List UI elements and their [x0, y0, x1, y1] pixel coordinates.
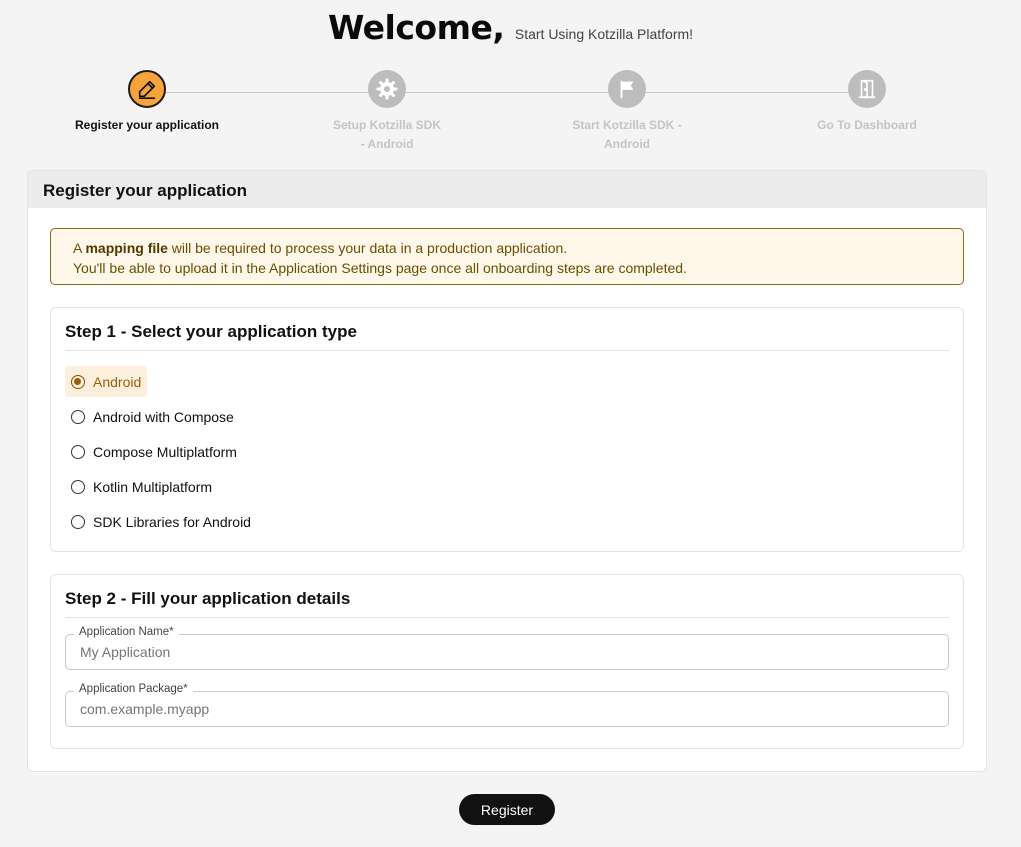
application-name-field: Application Name* [65, 626, 949, 670]
flag-icon [620, 80, 634, 99]
radio-option-label: Compose Multiplatform [93, 443, 237, 460]
radio-option-label: Kotlin Multiplatform [93, 478, 213, 495]
step-circle [848, 70, 886, 108]
radio-option-label: Android with Compose [93, 408, 234, 425]
radio-option-sdk-libraries[interactable]: SDK Libraries for Android [65, 506, 257, 537]
application-package-input[interactable] [66, 692, 948, 726]
radio-button[interactable] [71, 514, 85, 529]
mapping-file-notice: A mapping file will be required to proce… [50, 228, 964, 285]
step-label: Go To Dashboard [817, 118, 917, 132]
step1-title: Step 1 - Select your application type [65, 308, 949, 351]
door-icon [858, 79, 876, 99]
radio-button[interactable] [71, 409, 85, 424]
notice-bold-text: mapping file [85, 240, 168, 256]
radio-option-android[interactable]: Android [65, 366, 148, 397]
step-label: Setup Kotzilla SDK - Android [332, 118, 441, 151]
step-start-sdk: Start Kotzilla SDK - Android [547, 70, 707, 154]
radio-option-compose-multiplatform[interactable]: Compose Multiplatform [65, 436, 243, 467]
app-type-radio-group: Android Android with Compose Compose Mul… [51, 351, 963, 541]
step-dashboard: Go To Dashboard [787, 70, 947, 135]
application-package-field: Application Package* [65, 683, 949, 727]
page-subtitle: Start Using Kotzilla Platform! [514, 26, 694, 42]
notice-line-2: You'll be able to upload it in the Appli… [73, 260, 687, 276]
application-name-input[interactable] [66, 635, 948, 669]
step-label: Start Kotzilla SDK - Android [572, 118, 682, 151]
pencil-icon [138, 80, 156, 99]
radio-option-label: Android [93, 373, 142, 390]
step-circle [368, 70, 406, 108]
step-circle-active [128, 70, 166, 108]
notice-prefix: A [73, 240, 86, 256]
card-title: Register your application [28, 171, 986, 208]
notice-line-1: A mapping file will be required to proce… [73, 238, 941, 258]
step2-title: Step 2 - Fill your application details [65, 575, 949, 618]
welcome-header: Welcome, Start Using Kotzilla Platform! [0, 8, 1021, 47]
stepper-connector [166, 92, 848, 93]
radio-option-android-compose[interactable]: Android with Compose [65, 401, 240, 432]
radio-button-selected[interactable] [71, 374, 85, 389]
register-card: Register your application A mapping file… [27, 170, 987, 772]
step-register-application: Register your application [67, 70, 227, 135]
step2-section: Step 2 - Fill your application details A… [50, 574, 964, 749]
radio-button[interactable] [71, 444, 85, 459]
step1-section: Step 1 - Select your application type An… [50, 307, 964, 552]
radio-option-kotlin-multiplatform[interactable]: Kotlin Multiplatform [65, 471, 218, 502]
step-circle [608, 70, 646, 108]
step-setup-sdk: Setup Kotzilla SDK - Android [307, 70, 467, 154]
step-label: Register your application [74, 118, 220, 132]
radio-option-label: SDK Libraries for Android [93, 513, 251, 530]
page-title: Welcome, [327, 8, 505, 47]
radio-button[interactable] [71, 479, 85, 494]
notice-suffix: will be required to process your data in… [167, 240, 568, 256]
register-button[interactable]: Register [459, 794, 555, 825]
gear-icon [376, 78, 398, 100]
